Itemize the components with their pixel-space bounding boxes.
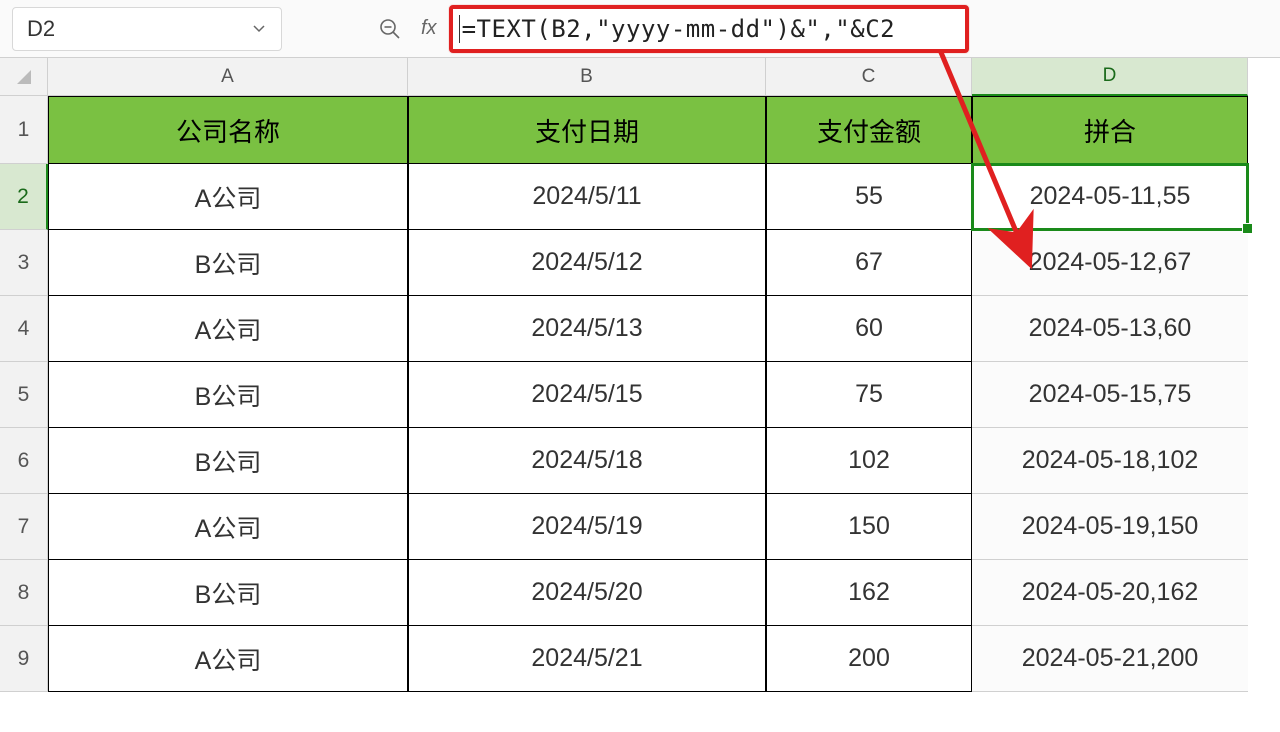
row-header-8[interactable]: 8 [0,560,48,626]
cell-C7[interactable]: 150 [766,494,972,560]
row-header-5[interactable]: 5 [0,362,48,428]
row-header-6[interactable]: 6 [0,428,48,494]
header-amount[interactable]: 支付金额 [766,96,972,164]
cell-D4[interactable]: 2024-05-13,60 [972,296,1248,362]
cell-C3[interactable]: 67 [766,230,972,296]
cell-A3[interactable]: B公司 [48,230,408,296]
select-all-corner[interactable] [0,58,48,96]
header-company[interactable]: 公司名称 [48,96,408,164]
cell-reference-box[interactable]: D2 [12,7,282,51]
row-header-4[interactable]: 4 [0,296,48,362]
cell-B8[interactable]: 2024/5/20 [408,560,766,626]
cell-A8[interactable]: B公司 [48,560,408,626]
cell-C6[interactable]: 102 [766,428,972,494]
col-header-D[interactable]: D [972,58,1248,96]
row-header-9[interactable]: 9 [0,626,48,692]
cell-A2[interactable]: A公司 [48,164,408,230]
cell-D2[interactable]: 2024-05-11,55 [972,164,1248,230]
header-concat[interactable]: 拼合 [972,96,1248,164]
cell-C4[interactable]: 60 [766,296,972,362]
cell-A5[interactable]: B公司 [48,362,408,428]
cell-C8[interactable]: 162 [766,560,972,626]
fx-label[interactable]: fx [421,17,437,40]
cell-D5[interactable]: 2024-05-15,75 [972,362,1248,428]
cell-D3[interactable]: 2024-05-12,67 [972,230,1248,296]
formula-bar: D2 fx =TEXT(B2,"yyyy-mm-dd")&","&C2 [0,0,1280,58]
row-header-1[interactable]: 1 [0,96,48,164]
cell-A6[interactable]: B公司 [48,428,408,494]
chevron-down-icon[interactable] [251,16,267,42]
cell-C5[interactable]: 75 [766,362,972,428]
cell-B3[interactable]: 2024/5/12 [408,230,766,296]
cell-B7[interactable]: 2024/5/19 [408,494,766,560]
col-header-B[interactable]: B [408,58,766,96]
cell-B5[interactable]: 2024/5/15 [408,362,766,428]
cell-D6[interactable]: 2024-05-18,102 [972,428,1248,494]
zoom-out-icon[interactable] [377,16,403,42]
cell-A4[interactable]: A公司 [48,296,408,362]
cell-C9[interactable]: 200 [766,626,972,692]
cell-B4[interactable]: 2024/5/13 [408,296,766,362]
cell-reference-text: D2 [27,16,55,42]
cell-A7[interactable]: A公司 [48,494,408,560]
row-header-3[interactable]: 3 [0,230,48,296]
formula-input[interactable]: =TEXT(B2,"yyyy-mm-dd")&","&C2 [449,5,969,53]
spreadsheet-grid[interactable]: A B C D 1 公司名称 支付日期 支付金额 拼合 2 A公司 2024/5… [0,58,1280,692]
cell-A9[interactable]: A公司 [48,626,408,692]
cell-D9[interactable]: 2024-05-21,200 [972,626,1248,692]
col-header-C[interactable]: C [766,58,972,96]
formula-text: =TEXT(B2,"yyyy-mm-dd")&","&C2 [462,15,896,43]
cell-B6[interactable]: 2024/5/18 [408,428,766,494]
row-header-2[interactable]: 2 [0,164,48,230]
cell-B2[interactable]: 2024/5/11 [408,164,766,230]
cell-B9[interactable]: 2024/5/21 [408,626,766,692]
cell-D8[interactable]: 2024-05-20,162 [972,560,1248,626]
header-date[interactable]: 支付日期 [408,96,766,164]
cell-C2[interactable]: 55 [766,164,972,230]
row-header-7[interactable]: 7 [0,494,48,560]
col-header-A[interactable]: A [48,58,408,96]
text-cursor [459,15,460,43]
cell-D7[interactable]: 2024-05-19,150 [972,494,1248,560]
